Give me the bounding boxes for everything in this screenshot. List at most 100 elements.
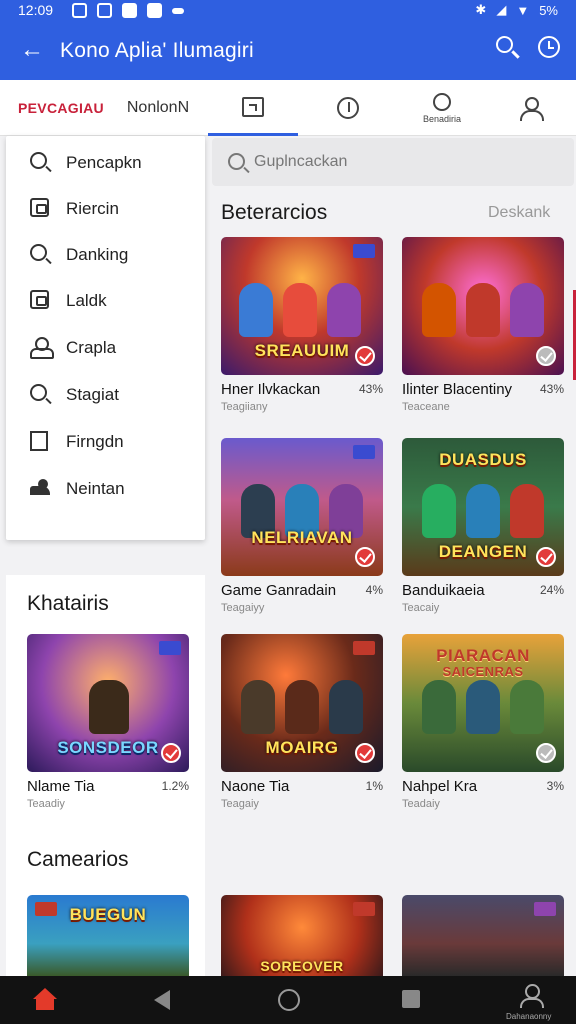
game-subtitle: Teagaiy: [221, 798, 259, 810]
app-title: Kono Aplia' Ilumagiri: [60, 39, 254, 62]
profile-label: Dahanaonny: [506, 1012, 552, 1021]
app-bar: ← Kono Aplia' Ilumagiri: [0, 22, 576, 80]
home-circle-icon[interactable]: [278, 989, 300, 1011]
menu-item[interactable]: Stagiat: [6, 372, 205, 418]
character-figure: [422, 283, 456, 337]
character-figure: [466, 283, 500, 337]
dropdown-menu: Pencapkn Riercin Danking Laldk Crapla St…: [6, 136, 205, 540]
menu-item[interactable]: Riercin: [6, 186, 205, 232]
search-icon: [228, 153, 245, 170]
tab-profile[interactable]: [490, 80, 570, 136]
back-triangle-icon[interactable]: [154, 990, 170, 1010]
home-icon[interactable]: [32, 988, 58, 1012]
menu-item-label: Laldk: [66, 291, 107, 310]
notification-icon: [122, 3, 137, 18]
game-banner-text: SREAUUIM: [254, 341, 350, 360]
tag-icon: [353, 641, 375, 655]
menu-item[interactable]: Neintan: [6, 466, 205, 512]
game-banner-text: PIARACAN: [436, 646, 530, 665]
tab-primary[interactable]: PEVCAGIAU: [12, 80, 110, 136]
game-name: Naone Tia: [221, 778, 290, 795]
character-figure: [327, 283, 361, 337]
character-figure: [466, 484, 500, 538]
search-icon: [30, 384, 47, 401]
character-figure: [241, 680, 275, 734]
search-icon: [30, 244, 47, 261]
profile-icon[interactable]: [518, 984, 544, 1012]
game-thumbnail: [402, 237, 564, 375]
tag-icon: [353, 902, 375, 916]
menu-item[interactable]: Pencapkn: [6, 140, 205, 186]
game-percent: 43%: [539, 382, 564, 396]
bottom-navigation: Dahanaonny: [0, 976, 576, 1024]
timer-icon: [433, 92, 451, 111]
grid-icon: [242, 96, 264, 117]
tab-label: Benadiria: [422, 113, 462, 124]
tab-grid[interactable]: [208, 80, 298, 136]
check-icon[interactable]: [355, 547, 375, 567]
menu-item-label: Stagiat: [66, 385, 119, 404]
see-all-link[interactable]: Deskank: [488, 204, 550, 222]
game-thumbnail: MOAIRG: [221, 634, 383, 772]
check-icon[interactable]: [355, 743, 375, 763]
tag-icon: [534, 902, 556, 916]
menu-item[interactable]: Laldk: [6, 278, 205, 324]
game-banner-text: SONSDEOR: [57, 738, 159, 757]
menu-item-label: Crapla: [66, 338, 117, 357]
game-banner-text: DUASDUS: [439, 450, 527, 469]
menu-item-label: Danking: [66, 245, 129, 264]
check-icon[interactable]: [536, 547, 556, 567]
game-percent: 1.2%: [161, 779, 189, 793]
game-subtitle: Teagiiany: [221, 401, 268, 413]
game-thumbnail: SREAUUIM: [221, 237, 383, 375]
character-figure: [329, 680, 363, 734]
search-bar: [212, 138, 574, 186]
back-arrow-icon[interactable]: ←: [20, 36, 44, 64]
menu-item-label: Neintan: [66, 479, 125, 498]
character-figure: [510, 680, 544, 734]
check-icon[interactable]: [536, 743, 556, 763]
character-figure: [285, 680, 319, 734]
game-banner-text: BUEGUN: [69, 905, 147, 924]
notification-icon: [97, 3, 112, 18]
tag-icon: [353, 244, 375, 258]
game-subtitle: Teaceane: [402, 401, 450, 413]
history-button[interactable]: [538, 36, 564, 62]
section-title: Beterarcios: [221, 201, 328, 224]
search-button[interactable]: [496, 36, 522, 62]
tab-secondary[interactable]: NonlonN: [118, 80, 198, 136]
character-figure: [89, 680, 129, 734]
tab-music[interactable]: [305, 80, 390, 136]
check-icon[interactable]: [161, 743, 181, 763]
tab-strip: PEVCAGIAU NonlonN Benadiria: [0, 80, 576, 136]
character-figure: [422, 484, 456, 538]
game-name: Nahpel Kra: [402, 778, 478, 795]
game-thumbnail: DUASDUS DEANGEN: [402, 438, 564, 576]
game-name: Nlame Tia: [27, 778, 95, 795]
character-figure: [283, 283, 317, 337]
status-system-icons: ✱ ◢ ▼ 5%: [475, 2, 558, 18]
check-icon[interactable]: [355, 346, 375, 366]
notification-icon: [172, 8, 184, 14]
recents-square-icon[interactable]: [402, 990, 420, 1008]
tag-icon: [35, 902, 57, 916]
section-title: Camearios: [27, 848, 129, 871]
game-name: Banduikaeia: [402, 582, 485, 599]
character-figure: [510, 283, 544, 337]
wifi-icon: ▼: [516, 2, 530, 18]
search-input[interactable]: [254, 148, 554, 176]
game-percent: 24%: [539, 583, 564, 597]
menu-item[interactable]: Crapla: [6, 325, 205, 371]
box-icon: [30, 198, 49, 217]
tab-timer[interactable]: Benadiria: [400, 80, 484, 136]
game-banner-text: SAICENRAS: [442, 664, 524, 679]
check-icon[interactable]: [536, 346, 556, 366]
menu-item[interactable]: Firngdn: [6, 419, 205, 465]
game-thumbnail: BUEGUN: [27, 895, 189, 976]
menu-item[interactable]: Danking: [6, 232, 205, 278]
battery-text: 5%: [539, 2, 558, 18]
notification-icon: [72, 3, 87, 18]
game-banner-text: NELRIAVAN: [251, 528, 353, 547]
game-thumbnail: SONSDEOR: [27, 634, 189, 772]
game-percent: 3%: [546, 779, 564, 793]
